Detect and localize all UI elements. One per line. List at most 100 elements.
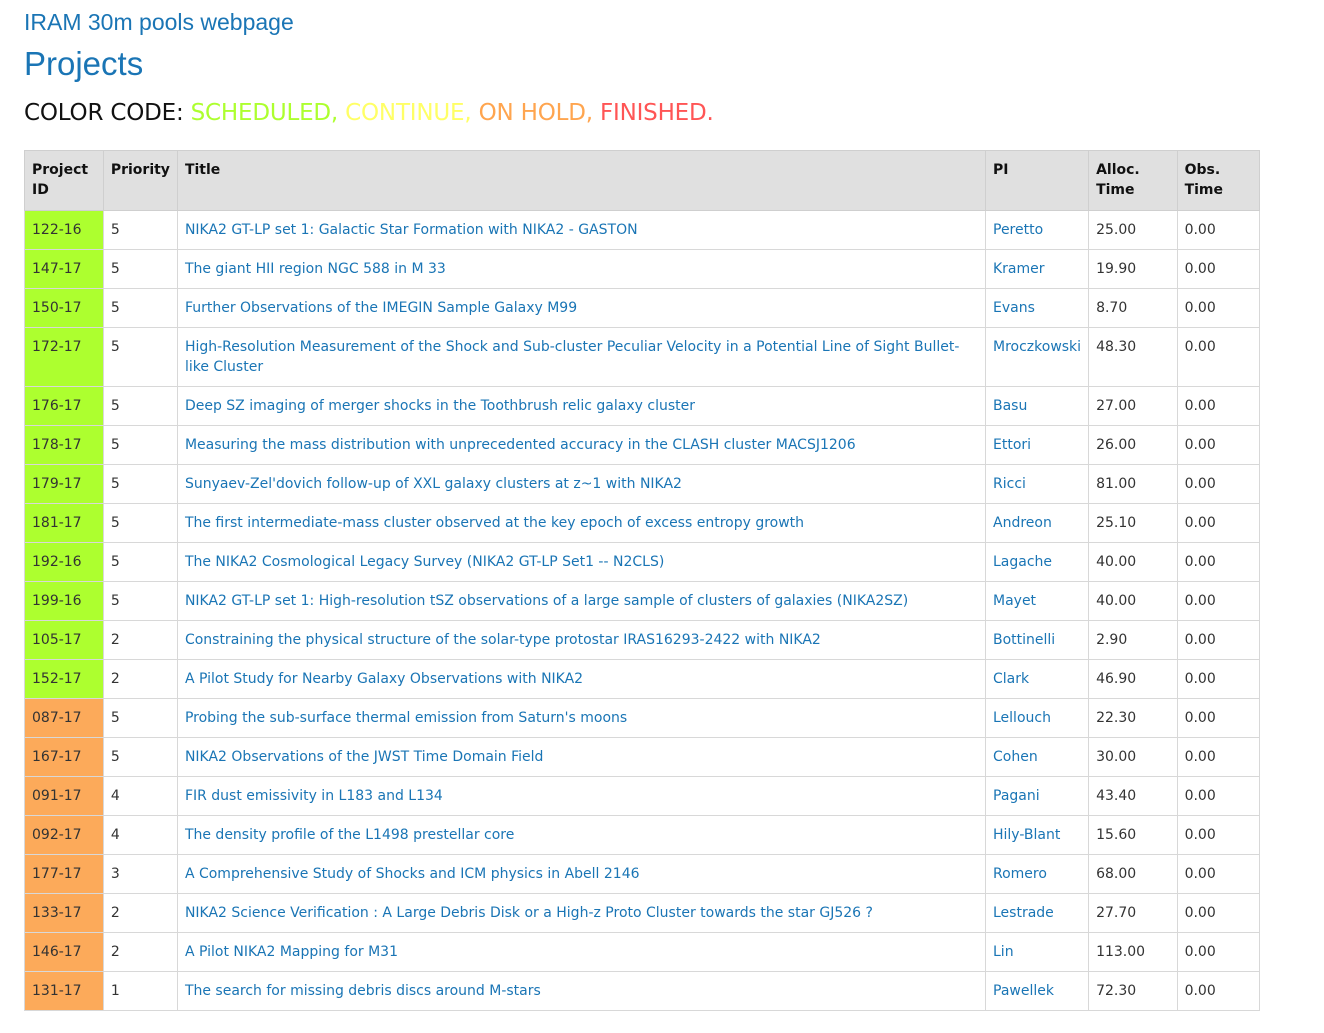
project-title-link[interactable]: Measuring the mass distribution with unp… — [185, 437, 856, 453]
obs-time-cell: 0.00 — [1176, 327, 1261, 387]
project-title-link[interactable]: The density profile of the L1498 prestel… — [185, 827, 514, 843]
page-title: Projects — [24, 45, 144, 82]
obs-time-cell: 0.00 — [1176, 288, 1261, 328]
pi-link[interactable]: Cohen — [993, 749, 1038, 765]
project-title-link[interactable]: FIR dust emissivity in L183 and L134 — [185, 788, 443, 804]
title-cell: The density profile of the L1498 prestel… — [176, 815, 987, 855]
pi-cell: Bottinelli — [984, 620, 1090, 660]
pi-link[interactable]: Evans — [993, 300, 1035, 316]
priority-cell: 3 — [102, 854, 178, 894]
pi-link[interactable]: Mroczkowski — [993, 339, 1081, 355]
project-title-link[interactable]: NIKA2 Observations of the JWST Time Doma… — [185, 749, 544, 765]
table-row: 092-17 4 The density profile of the L1498 … — [24, 815, 1261, 855]
table-row: 146-17 2 A Pilot NIKA2 Mapping for M31 Lin 1… — [24, 932, 1261, 972]
obs-time-cell: 0.00 — [1176, 893, 1261, 933]
pi-link[interactable]: Pawellek — [993, 983, 1054, 999]
pi-cell: Clark — [984, 659, 1090, 699]
project-id-cell: 133-17 — [24, 893, 104, 933]
pi-cell: Andreon — [984, 503, 1090, 543]
alloc-time-cell: 25.00 — [1088, 210, 1178, 250]
project-id-cell: 091-17 — [24, 776, 104, 816]
title-cell: High-Resolution Measurement of the Shock… — [176, 327, 987, 387]
site-home-link[interactable]: IRAM 30m pools webpage — [24, 8, 294, 36]
project-title-link[interactable]: High-Resolution Measurement of the Shock… — [185, 339, 959, 375]
color-code-legend: COLOR CODE: SCHEDULED, CONTINUE, ON HOLD… — [24, 97, 714, 129]
table-row: 176-17 5 Deep SZ imaging of merger shocks … — [24, 386, 1261, 426]
project-title-link[interactable]: The search for missing debris discs arou… — [185, 983, 541, 999]
table-row: 147-17 5 The giant HII region NGC 588 in M… — [24, 249, 1261, 289]
project-title-link[interactable]: The giant HII region NGC 588 in M 33 — [185, 261, 446, 277]
project-id-cell: 146-17 — [24, 932, 104, 972]
pi-link[interactable]: Romero — [993, 866, 1047, 882]
priority-cell: 5 — [102, 737, 178, 777]
pi-cell: Basu — [984, 386, 1090, 426]
priority-cell: 5 — [102, 288, 178, 328]
table-row: 131-17 1 The search for missing debris dis… — [24, 971, 1261, 1011]
alloc-time-cell: 22.30 — [1088, 698, 1178, 738]
project-title-link[interactable]: Constraining the physical structure of t… — [185, 632, 821, 648]
project-title-link[interactable]: NIKA2 GT-LP set 1: High-resolution tSZ o… — [185, 593, 908, 609]
project-title-link[interactable]: NIKA2 Science Verification : A Large Deb… — [185, 905, 873, 921]
alloc-time-cell: 8.70 — [1088, 288, 1178, 328]
obs-time-cell: 0.00 — [1176, 542, 1261, 582]
alloc-time-cell: 27.00 — [1088, 386, 1178, 426]
obs-time-cell: 0.00 — [1176, 659, 1261, 699]
project-title-link[interactable]: The first intermediate-mass cluster obse… — [185, 515, 804, 531]
project-title-link[interactable]: A Pilot Study for Nearby Galaxy Observat… — [185, 671, 583, 687]
project-id-cell: 092-17 — [24, 815, 104, 855]
pi-link[interactable]: Peretto — [993, 222, 1043, 238]
column-header-title: Title — [176, 150, 987, 211]
pi-link[interactable]: Hily-Blant — [993, 827, 1060, 843]
pi-cell: Mayet — [984, 581, 1090, 621]
project-title-link[interactable]: Further Observations of the IMEGIN Sampl… — [185, 300, 577, 316]
pi-link[interactable]: Kramer — [993, 261, 1045, 277]
priority-cell: 1 — [102, 971, 178, 1011]
title-cell: Measuring the mass distribution with unp… — [176, 425, 987, 465]
color-code-scheduled: SCHEDULED, — [190, 100, 339, 126]
pi-link[interactable]: Bottinelli — [993, 632, 1055, 648]
title-cell: The NIKA2 Cosmological Legacy Survey (NI… — [176, 542, 987, 582]
alloc-time-cell: 43.40 — [1088, 776, 1178, 816]
color-code-continue: CONTINUE, — [345, 100, 472, 126]
obs-time-cell: 0.00 — [1176, 971, 1261, 1011]
table-header-row: Project ID Priority Title PI Alloc. Time… — [24, 150, 1261, 211]
project-title-link[interactable]: The NIKA2 Cosmological Legacy Survey (NI… — [185, 554, 664, 570]
pi-link[interactable]: Lestrade — [993, 905, 1054, 921]
pi-link[interactable]: Pagani — [993, 788, 1040, 804]
pi-link[interactable]: Ettori — [993, 437, 1031, 453]
project-title-link[interactable]: Probing the sub-surface thermal emission… — [185, 710, 627, 726]
pi-cell: Pagani — [984, 776, 1090, 816]
table-row: 179-17 5 Sunyaev-Zel'dovich follow-up of X… — [24, 464, 1261, 504]
pi-link[interactable]: Mayet — [993, 593, 1036, 609]
obs-time-cell: 0.00 — [1176, 815, 1261, 855]
pi-link[interactable]: Basu — [993, 398, 1027, 414]
project-title-link[interactable]: NIKA2 GT-LP set 1: Galactic Star Formati… — [185, 222, 638, 238]
alloc-time-cell: 2.90 — [1088, 620, 1178, 660]
project-title-link[interactable]: A Comprehensive Study of Shocks and ICM … — [185, 866, 640, 882]
project-id-cell: 179-17 — [24, 464, 104, 504]
obs-time-cell: 0.00 — [1176, 249, 1261, 289]
project-id-cell: 199-16 — [24, 581, 104, 621]
pi-link[interactable]: Ricci — [993, 476, 1026, 492]
project-title-link[interactable]: Deep SZ imaging of merger shocks in the … — [185, 398, 695, 414]
obs-time-cell: 0.00 — [1176, 503, 1261, 543]
pi-link[interactable]: Andreon — [993, 515, 1052, 531]
table-row: 181-17 5 The first intermediate-mass clust… — [24, 503, 1261, 543]
color-code-label: COLOR CODE: — [24, 100, 184, 126]
pi-cell: Lellouch — [984, 698, 1090, 738]
table-row: 087-17 5 Probing the sub-surface thermal e… — [24, 698, 1261, 738]
pi-link[interactable]: Lellouch — [993, 710, 1051, 726]
project-title-link[interactable]: Sunyaev-Zel'dovich follow-up of XXL gala… — [185, 476, 682, 492]
pi-link[interactable]: Lin — [993, 944, 1014, 960]
alloc-time-cell: 26.00 — [1088, 425, 1178, 465]
priority-cell: 5 — [102, 249, 178, 289]
column-header-project-id: Project ID — [24, 150, 104, 211]
project-id-cell: 181-17 — [24, 503, 104, 543]
pi-cell: Lestrade — [984, 893, 1090, 933]
project-id-cell: 176-17 — [24, 386, 104, 426]
alloc-time-cell: 19.90 — [1088, 249, 1178, 289]
project-title-link[interactable]: A Pilot NIKA2 Mapping for M31 — [185, 944, 398, 960]
title-cell: Probing the sub-surface thermal emission… — [176, 698, 987, 738]
pi-link[interactable]: Lagache — [993, 554, 1052, 570]
pi-link[interactable]: Clark — [993, 671, 1029, 687]
